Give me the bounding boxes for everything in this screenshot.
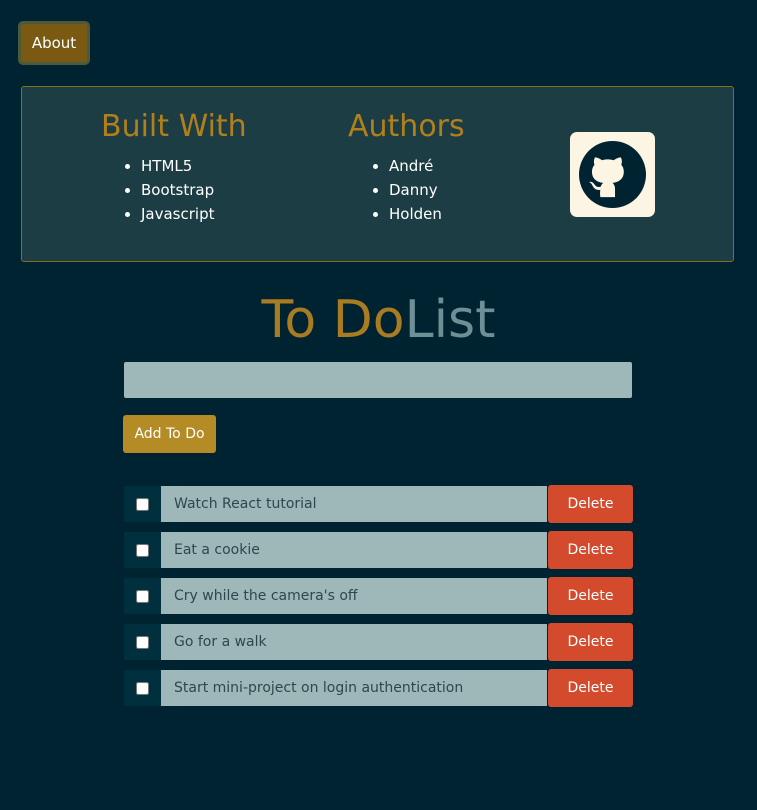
todo-text[interactable]: Go for a walk	[161, 624, 547, 660]
built-with-list: HTML5 Bootstrap Javascript	[121, 154, 214, 226]
todo-checkbox-cell	[124, 486, 161, 522]
authors-heading: Authors	[348, 109, 465, 144]
todo-text[interactable]: Start mini-project on login authenticati…	[161, 670, 547, 706]
page-title-part2: List	[404, 290, 496, 350]
github-link[interactable]	[570, 132, 655, 217]
built-with-item: Bootstrap	[141, 178, 214, 202]
about-button[interactable]: About	[18, 21, 90, 65]
author-item: Holden	[389, 202, 442, 226]
todo-text[interactable]: Eat a cookie	[161, 532, 547, 568]
page-title-part1: To Do	[261, 290, 405, 350]
todo-item: Start mini-project on login authenticati…	[124, 669, 634, 707]
delete-button-label: Delete	[567, 680, 614, 696]
delete-button[interactable]: Delete	[548, 623, 633, 661]
delete-button-label: Delete	[567, 542, 614, 558]
todo-checkbox[interactable]	[136, 681, 149, 695]
delete-button[interactable]: Delete	[548, 577, 633, 615]
todo-checkbox[interactable]	[136, 589, 149, 603]
todo-checkbox-cell	[124, 578, 161, 614]
todo-item: Watch React tutorial Delete	[124, 485, 634, 523]
todo-text[interactable]: Watch React tutorial	[161, 486, 547, 522]
todo-checkbox-cell	[124, 624, 161, 660]
delete-button[interactable]: Delete	[548, 531, 633, 569]
info-panel: Built With HTML5 Bootstrap Javascript Au…	[21, 86, 734, 262]
github-icon	[579, 141, 646, 208]
authors-list: André Danny Holden	[369, 154, 442, 226]
built-with-item: HTML5	[141, 154, 214, 178]
author-item: Danny	[389, 178, 442, 202]
todo-text[interactable]: Cry while the camera's off	[161, 578, 547, 614]
page-title: To DoList	[0, 292, 757, 348]
delete-button[interactable]: Delete	[548, 485, 633, 523]
delete-button-label: Delete	[567, 496, 614, 512]
delete-button-label: Delete	[567, 588, 614, 604]
about-button-label: About	[31, 34, 77, 52]
delete-button-label: Delete	[567, 634, 614, 650]
todo-checkbox[interactable]	[136, 543, 149, 557]
add-todo-label: Add To Do	[134, 426, 205, 442]
todo-checkbox[interactable]	[136, 497, 149, 511]
todo-item: Eat a cookie Delete	[124, 531, 634, 569]
todo-input[interactable]	[124, 362, 632, 398]
todo-item: Cry while the camera's off Delete	[124, 577, 634, 615]
todo-checkbox-cell	[124, 532, 161, 568]
built-with-item: Javascript	[141, 202, 214, 226]
delete-button[interactable]: Delete	[548, 669, 633, 707]
author-item: André	[389, 154, 442, 178]
todo-item: Go for a walk Delete	[124, 623, 634, 661]
todo-checkbox-cell	[124, 670, 161, 706]
built-with-heading: Built With	[101, 109, 247, 144]
todo-checkbox[interactable]	[136, 635, 149, 649]
add-todo-button[interactable]: Add To Do	[123, 415, 216, 453]
todo-list: Watch React tutorial Delete Eat a cookie…	[124, 485, 634, 716]
